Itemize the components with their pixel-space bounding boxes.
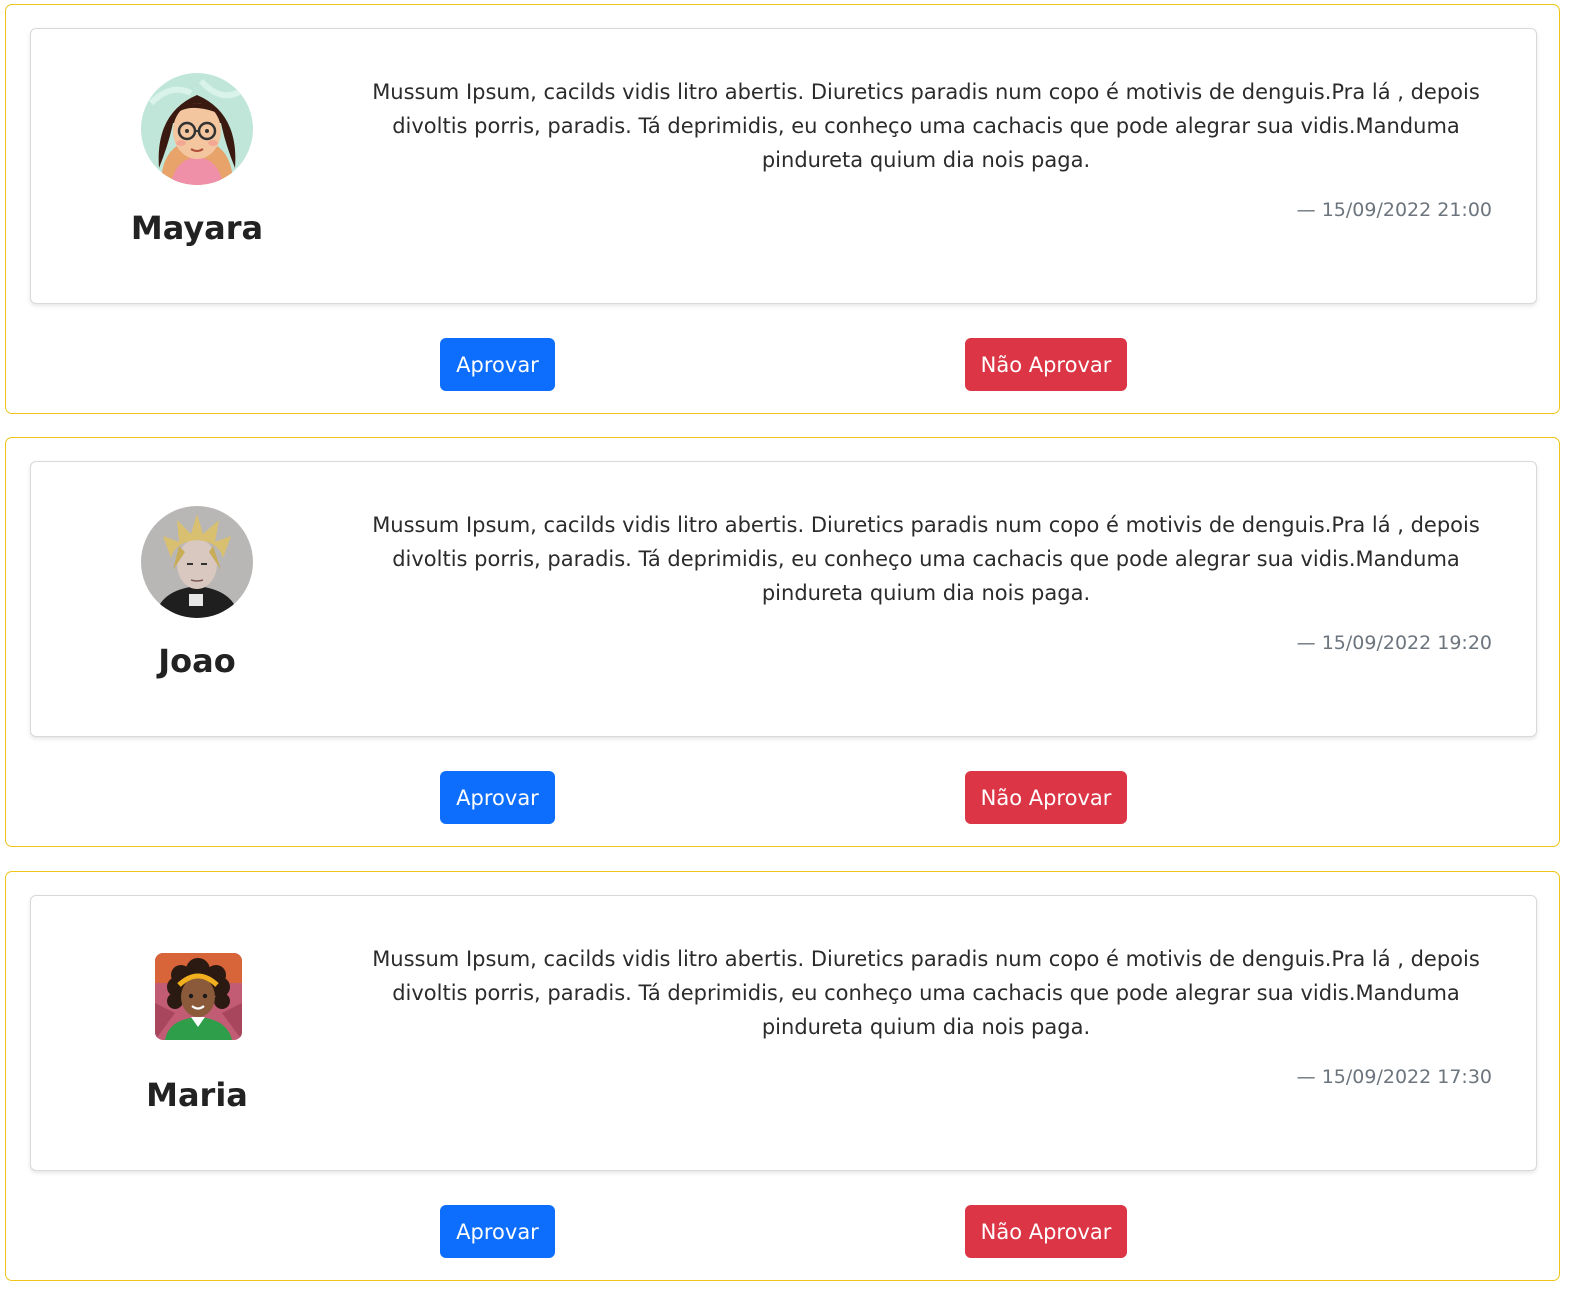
- reject-button[interactable]: Não Aprovar: [965, 771, 1127, 824]
- review-date: — 15/09/2022 19:20: [1296, 632, 1492, 654]
- review-text: Mussum Ipsum, cacilds vidis litro aberti…: [372, 80, 1480, 172]
- reject-button[interactable]: Não Aprovar: [965, 1205, 1127, 1258]
- reject-button[interactable]: Não Aprovar: [965, 338, 1127, 391]
- review-card: Mayara Mussum Ipsum, cacilds vidis litro…: [30, 28, 1537, 304]
- review-card: Maria Mussum Ipsum, cacilds vidis litro …: [30, 895, 1537, 1171]
- review-date: — 15/09/2022 21:00: [1296, 199, 1492, 221]
- reviewer-name: Joao: [158, 642, 236, 680]
- review-text: Mussum Ipsum, cacilds vidis litro aberti…: [372, 947, 1480, 1039]
- avatar-icon: [141, 506, 253, 618]
- approve-button[interactable]: Aprovar: [440, 1205, 555, 1258]
- review-text: Mussum Ipsum, cacilds vidis litro aberti…: [372, 513, 1480, 605]
- avatar-icon: [141, 73, 253, 185]
- approve-button[interactable]: Aprovar: [440, 338, 555, 391]
- avatar-icon: [155, 953, 242, 1040]
- reviewer-name: Mayara: [130, 209, 264, 247]
- reviewer-name: Maria: [146, 1076, 248, 1114]
- review-moderation-list: Mayara Mussum Ipsum, cacilds vidis litro…: [0, 0, 1570, 1292]
- review-date: — 15/09/2022 17:30: [1296, 1066, 1492, 1088]
- review-card: Joao Mussum Ipsum, cacilds vidis litro a…: [30, 461, 1537, 737]
- approve-button[interactable]: Aprovar: [440, 771, 555, 824]
- review-panel: Mayara Mussum Ipsum, cacilds vidis litro…: [5, 4, 1560, 414]
- review-panel: Maria Mussum Ipsum, cacilds vidis litro …: [5, 871, 1560, 1281]
- review-panel: Joao Mussum Ipsum, cacilds vidis litro a…: [5, 437, 1560, 847]
